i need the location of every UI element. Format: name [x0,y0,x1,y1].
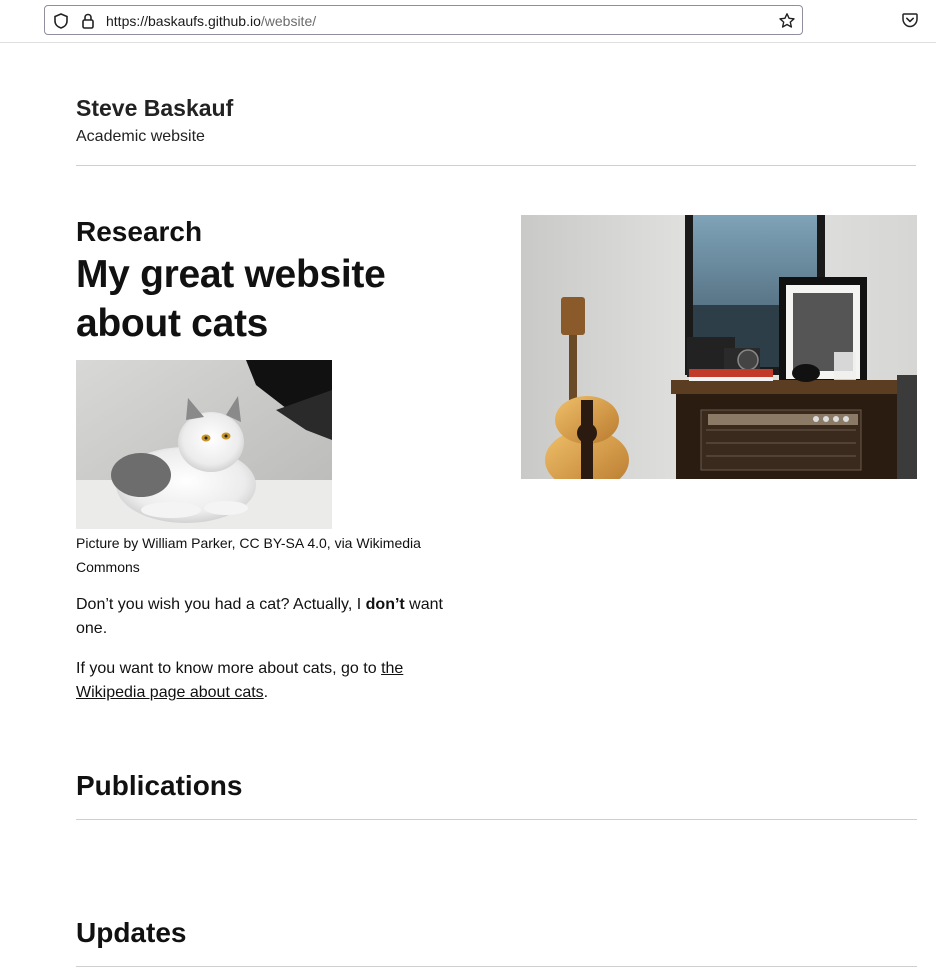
emphasis-dont: don’t [365,596,405,613]
bookmark-star-icon[interactable] [778,12,796,30]
site-header: Steve Baskauf Academic website [76,93,916,148]
shield-icon[interactable] [52,12,70,30]
page-title: My great website about cats [76,253,386,345]
site-title[interactable]: Steve Baskauf [76,93,916,123]
paragraph-more-info: If you want to know more about cats, go … [76,657,466,705]
address-bar[interactable]: https://baskaufs.github.io/website/ [44,5,803,35]
pocket-icon[interactable] [901,11,919,29]
browser-toolbar: https://baskaufs.github.io/website/ [0,0,936,43]
updates-section: Updates [76,915,917,951]
paragraph-text: Don’t you wish you had a cat? Actually, … [76,596,366,613]
publications-heading: Publications [76,770,243,801]
publications-section: Publications [76,768,917,804]
research-section: Research My great website about cats Pic… [76,214,476,721]
publications-divider [76,819,917,820]
updates-heading: Updates [76,917,187,948]
desk-hero-photo [521,215,917,479]
research-heading: Research [76,216,203,247]
paragraph-cat-wish: Don’t you wish you had a cat? Actually, … [76,593,466,641]
header-divider [76,165,916,166]
image-caption: Picture by William Parker, CC BY-SA 4.0,… [76,535,421,575]
url-path: /website/ [260,13,317,29]
url-host: https://baskaufs.github.io [106,13,261,29]
cat-photo [76,360,332,529]
site-subtitle: Academic website [76,128,205,145]
url-text[interactable]: https://baskaufs.github.io/website/ [106,12,316,30]
updates-divider [76,966,917,967]
paragraph-text: If you want to know more about cats, go … [76,660,382,677]
paragraph-text-end: . [263,684,269,701]
lock-icon[interactable] [79,12,97,30]
